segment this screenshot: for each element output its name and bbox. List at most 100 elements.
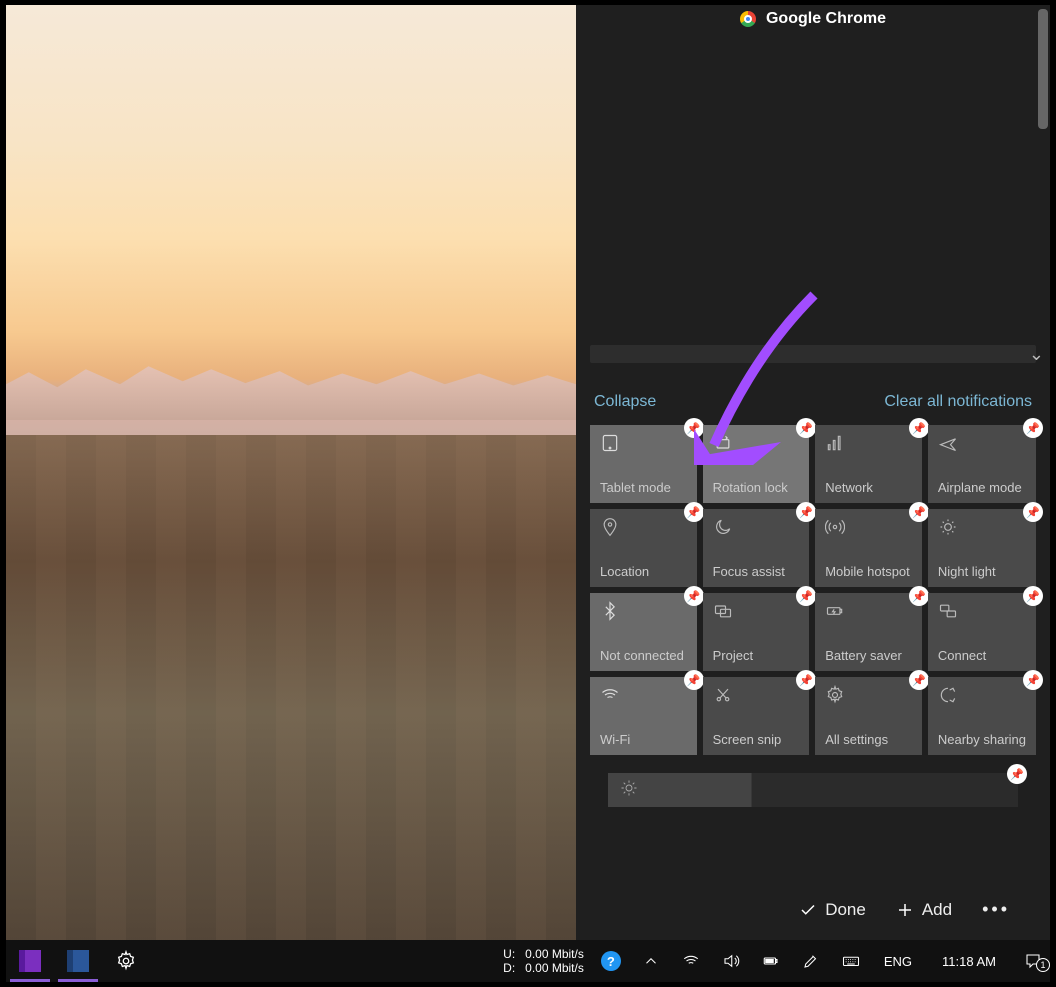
notification-item[interactable] [590, 345, 1036, 363]
tile-label: Screen snip [713, 732, 800, 747]
upload-value: 0.00 Mbit/s [525, 947, 584, 961]
tray-chevron-up-icon[interactable] [638, 952, 664, 970]
pin-icon[interactable]: 📌 [909, 418, 929, 438]
pin-icon[interactable]: 📌 [684, 586, 704, 606]
tile-nightlight[interactable]: 📌Night light [928, 509, 1036, 587]
pin-icon[interactable]: 📌 [1023, 586, 1043, 606]
battery-tray-icon[interactable] [758, 952, 784, 970]
onenote-icon [19, 950, 41, 972]
tile-label: Rotation lock [713, 480, 800, 495]
pin-icon[interactable]: 📌 [1007, 764, 1027, 784]
tablet-icon [600, 433, 687, 456]
wifi-tray-icon[interactable] [678, 952, 704, 970]
tile-settings[interactable]: 📌All settings [815, 677, 922, 755]
pin-icon[interactable]: 📌 [909, 502, 929, 522]
wifi-icon [600, 685, 687, 708]
pin-icon[interactable]: 📌 [1023, 670, 1043, 690]
pin-icon[interactable]: 📌 [1023, 502, 1043, 522]
tile-battery[interactable]: 📌Battery saver [815, 593, 922, 671]
pin-icon[interactable]: 📌 [1023, 418, 1043, 438]
tile-label: Focus assist [713, 564, 800, 579]
tile-moon[interactable]: 📌Focus assist [703, 509, 810, 587]
share-icon [938, 685, 1026, 708]
notification-app-header[interactable]: Google Chrome [576, 5, 1050, 33]
tile-tablet[interactable]: 📌Tablet mode [590, 425, 697, 503]
pin-icon[interactable]: 📌 [684, 670, 704, 690]
tile-airplane[interactable]: 📌Airplane mode [928, 425, 1036, 503]
onenote-taskbar-button[interactable] [6, 940, 54, 982]
notification-badge: 1 [1036, 958, 1050, 972]
battery-icon [825, 601, 912, 624]
tile-label: Tablet mode [600, 480, 687, 495]
add-button[interactable]: Add [896, 899, 952, 920]
tile-hotspot[interactable]: 📌Mobile hotspot [815, 509, 922, 587]
tile-location[interactable]: 📌Location [590, 509, 697, 587]
tile-rotation[interactable]: 📌Rotation lock [703, 425, 810, 503]
tile-project[interactable]: 📌Project [703, 593, 810, 671]
action-center-panel: Google Chrome ⌄ Collapse Clear all notif… [576, 5, 1050, 940]
tile-label: Not connected [600, 648, 687, 663]
notification-app-title: Google Chrome [766, 10, 886, 28]
upload-label: U: [503, 947, 515, 961]
done-label: Done [825, 900, 866, 920]
pin-icon[interactable]: 📌 [909, 670, 929, 690]
network-icon [825, 433, 912, 456]
done-button[interactable]: Done [799, 899, 866, 920]
tile-label: Project [713, 648, 800, 663]
system-tray: ? ENG 11:18 AM 1 [594, 951, 1050, 971]
wallpaper-buildings [6, 435, 576, 940]
tile-label: Airplane mode [938, 480, 1026, 495]
quick-action-grid: 📌Tablet mode📌Rotation lock📌Network📌Airpl… [576, 425, 1050, 755]
tile-bluetooth[interactable]: 📌Not connected [590, 593, 697, 671]
location-icon [600, 517, 687, 540]
tile-share[interactable]: 📌Nearby sharing [928, 677, 1036, 755]
word-taskbar-button[interactable] [54, 940, 102, 982]
action-links-row: Collapse Clear all notifications [576, 363, 1050, 425]
action-center-tray-icon[interactable]: 1 [1020, 952, 1046, 970]
brightness-icon [620, 779, 638, 802]
snip-icon [713, 685, 800, 708]
nightlight-icon [938, 517, 1026, 540]
download-value: 0.00 Mbit/s [525, 961, 584, 975]
tile-label: Connect [938, 648, 1026, 663]
tile-wifi[interactable]: 📌Wi-Fi [590, 677, 697, 755]
collapse-link[interactable]: Collapse [594, 393, 656, 411]
pin-icon[interactable]: 📌 [684, 502, 704, 522]
chevron-down-icon[interactable]: ⌄ [1029, 344, 1044, 365]
volume-tray-icon[interactable] [718, 952, 744, 970]
tile-snip[interactable]: 📌Screen snip [703, 677, 810, 755]
download-label: D: [503, 961, 515, 975]
pin-icon[interactable]: 📌 [909, 586, 929, 606]
tile-label: Nearby sharing [938, 732, 1026, 747]
action-center-footer: Done Add ••• [576, 899, 1050, 920]
settings-icon [825, 685, 912, 708]
connect-icon [938, 601, 1026, 624]
settings-taskbar-button[interactable] [102, 940, 150, 982]
brightness-slider[interactable]: 📌 [608, 773, 1018, 807]
tile-label: Network [825, 480, 912, 495]
more-button[interactable]: ••• [982, 899, 1010, 920]
tile-label: All settings [825, 732, 912, 747]
bluetooth-icon [600, 601, 687, 624]
airplane-icon [938, 433, 1026, 456]
pin-icon[interactable]: 📌 [796, 502, 816, 522]
network-stats: U: D: 0.00 Mbit/s 0.00 Mbit/s [503, 947, 594, 975]
tile-network[interactable]: 📌Network [815, 425, 922, 503]
pin-icon[interactable]: 📌 [796, 586, 816, 606]
tile-connect[interactable]: 📌Connect [928, 593, 1036, 671]
pin-icon[interactable]: 📌 [796, 670, 816, 690]
clear-all-link[interactable]: Clear all notifications [884, 393, 1032, 411]
moon-icon [713, 517, 800, 540]
desktop-wallpaper[interactable] [6, 5, 576, 940]
notification-body: ⌄ [576, 33, 1050, 363]
keyboard-tray-icon[interactable] [838, 952, 864, 970]
wallpaper-mountains [6, 360, 576, 420]
pin-icon[interactable]: 📌 [796, 418, 816, 438]
tile-label: Location [600, 564, 687, 579]
pen-tray-icon[interactable] [798, 952, 824, 970]
help-tray-icon[interactable]: ? [598, 951, 624, 971]
pin-icon[interactable]: 📌 [684, 418, 704, 438]
clock[interactable]: 11:18 AM [932, 954, 1006, 969]
word-icon [67, 950, 89, 972]
language-indicator[interactable]: ENG [878, 954, 918, 969]
